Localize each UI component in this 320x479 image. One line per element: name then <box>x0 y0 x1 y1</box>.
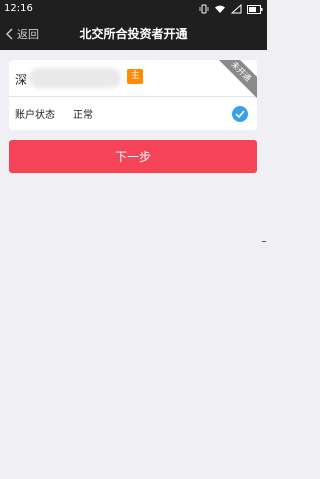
selected-check-icon[interactable] <box>232 106 248 122</box>
account-prefix: 深 <box>15 73 28 87</box>
nav-bar: 返回 北交所合投资者开通 <box>0 18 267 50</box>
status-time: 12:16 <box>4 3 33 14</box>
account-row: 深 主 未开通 <box>9 60 257 99</box>
account-number-masked <box>29 68 121 88</box>
main-account-badge: 主 <box>127 69 143 84</box>
account-status-row: 账户状态 正常 <box>9 97 257 130</box>
status-icons <box>199 4 263 14</box>
page-title: 北交所合投资者开通 <box>79 27 188 41</box>
wifi-icon <box>215 5 225 13</box>
account-card[interactable]: 深 主 未开通 账户状态 正常 <box>9 60 257 130</box>
battery-icon <box>247 4 263 14</box>
account-status-label: 账户状态 <box>15 110 55 121</box>
vibrate-icon <box>199 4 209 14</box>
account-status-value: 正常 <box>73 110 93 121</box>
scroll-edge-mark <box>262 241 266 242</box>
next-step-button[interactable]: 下一步 <box>9 140 257 173</box>
not-activated-ribbon: 未开通 <box>214 60 257 99</box>
status-bar: 12:16 <box>0 0 267 18</box>
signal-icon <box>231 4 242 14</box>
